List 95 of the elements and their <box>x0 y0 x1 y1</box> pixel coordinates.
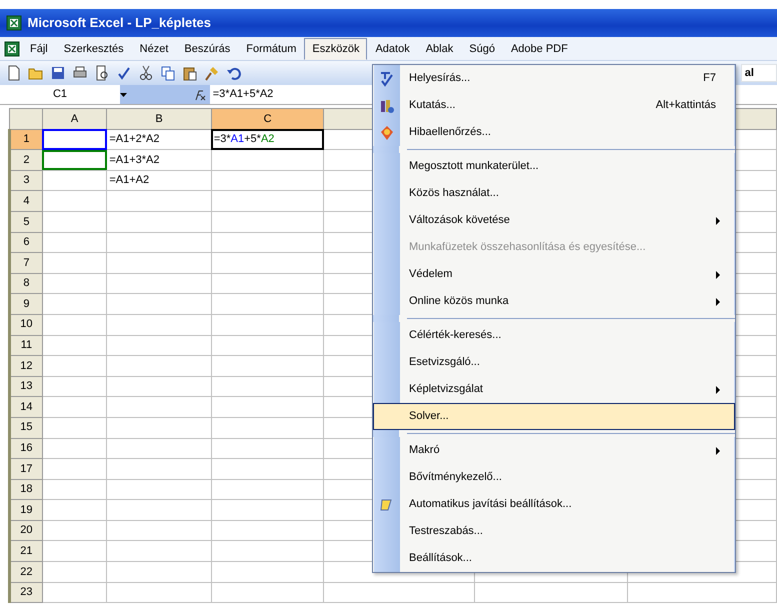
menu-item-label: Kutatás... <box>408 98 456 114</box>
menu-item-label: Beállítások... <box>408 551 473 566</box>
row-header[interactable]: 4 <box>10 190 42 212</box>
spelling-icon[interactable] <box>116 65 132 81</box>
menu-item[interactable]: Súgó <box>461 38 503 60</box>
menu-item[interactable]: Kutatás... Alt+kattintás <box>373 92 735 119</box>
menu-item[interactable]: Bővítménykezelő... <box>373 464 735 491</box>
row-header[interactable]: 2 <box>10 150 42 170</box>
font-field[interactable]: al <box>741 64 777 82</box>
menu-item-label: Automatikus javítási beállítások... <box>408 497 573 512</box>
menu-item[interactable]: Automatikus javítási beállítások... <box>373 491 735 518</box>
save-icon[interactable] <box>50 65 66 81</box>
window-title: Microsoft Excel - LP_képletes <box>28 14 212 32</box>
row-header[interactable]: 15 <box>10 417 42 438</box>
row-header[interactable]: 23 <box>10 582 42 603</box>
row-header[interactable]: 7 <box>10 252 42 274</box>
menu-item[interactable]: Testreszabás... <box>373 518 735 545</box>
function-icon[interactable] <box>194 88 206 100</box>
menu-item[interactable]: Adobe PDF <box>502 38 576 60</box>
row-header[interactable]: 19 <box>10 500 42 520</box>
menu-item[interactable]: Fájl <box>22 38 56 60</box>
row-header[interactable]: 5 <box>10 211 42 232</box>
menu-item-label: Hibaellenőrzés... <box>408 125 492 140</box>
menu-item-label: Esetvizsgáló... <box>408 355 481 370</box>
menu-item[interactable]: Szerkesztés <box>56 38 132 60</box>
menu-item[interactable]: Közös használat... <box>373 180 735 207</box>
row-header[interactable]: 11 <box>10 335 42 356</box>
menu-item[interactable]: Formátum <box>238 38 304 60</box>
menu-item[interactable]: Ablak <box>418 38 462 60</box>
row-header[interactable]: 1 <box>10 129 42 150</box>
print-preview-icon[interactable] <box>94 65 110 81</box>
cut-icon[interactable] <box>138 65 154 81</box>
row-header[interactable]: 20 <box>10 520 42 541</box>
menu-item[interactable]: Helyesírás... F7 <box>373 65 735 92</box>
excel-icon[interactable] <box>4 40 22 56</box>
menu-item[interactable]: Makró <box>373 437 735 464</box>
row-header[interactable]: 14 <box>10 396 42 418</box>
menu-item-label: Képletvizsgálat <box>408 382 484 398</box>
row-header[interactable]: 21 <box>10 540 42 562</box>
row-header[interactable]: 22 <box>10 562 42 582</box>
row-header[interactable]: 8 <box>10 273 42 294</box>
menu-item[interactable]: Megosztott munkaterület... <box>373 153 735 180</box>
menu-item[interactable]: Célérték-keresés... <box>373 322 735 349</box>
corner-cell[interactable] <box>10 108 42 130</box>
menu-item[interactable]: Beszúrás <box>176 38 238 60</box>
column-header[interactable]: B <box>106 108 212 130</box>
menu-item[interactable]: Változások követése <box>373 207 735 234</box>
cell[interactable]: =3*A1+5*A2 <box>211 129 324 150</box>
menu-item-label: Közös használat... <box>408 186 500 202</box>
menu-item-label: Bővítménykezelő... <box>408 470 503 486</box>
error-check-icon <box>379 124 395 140</box>
excel-icon <box>6 15 22 31</box>
menu-item-label: Célérték-keresés... <box>408 328 502 344</box>
books-icon <box>379 98 395 114</box>
menu-item-label: Megosztott munkaterület... <box>408 159 540 174</box>
menu-item-label: Munkafüzetek összehasonlítása és egyesítése... <box>408 240 647 256</box>
menu-item-label: Testreszabás... <box>408 524 484 540</box>
row-header[interactable]: 13 <box>10 376 42 397</box>
menu-item-label: Solver... <box>408 409 450 424</box>
menu-item[interactable]: Beállítások... <box>373 545 735 572</box>
menu-item-label: Helyesírás... <box>408 71 472 86</box>
menu-item[interactable]: Eszközök <box>304 38 368 60</box>
menu-item[interactable]: Képletvizsgálat <box>373 376 735 403</box>
menu-item[interactable]: Védelem <box>373 261 735 288</box>
spelling-icon <box>379 70 395 86</box>
menu-item-label: Változások követése <box>408 213 511 228</box>
paste-icon[interactable] <box>182 65 198 81</box>
column-header[interactable]: A <box>42 108 107 130</box>
shortcut-text: Alt+kattintás <box>656 98 717 114</box>
menu-item[interactable]: Adatok <box>367 38 418 60</box>
menu-item[interactable]: Online közös munka <box>373 288 735 315</box>
dropdown-arrow-icon[interactable] <box>120 92 127 96</box>
menu-item-label: Online közös munka <box>408 294 510 310</box>
row-header[interactable]: 3 <box>10 170 42 191</box>
copy-icon[interactable] <box>160 65 176 81</box>
menu-item-label: Védelem <box>408 267 454 282</box>
cell[interactable]: =A1+A2 <box>106 170 212 191</box>
menu-item[interactable]: Solver... <box>373 403 735 430</box>
menu-item[interactable]: Hibaellenőrzés... <box>373 119 735 146</box>
row-header[interactable]: 12 <box>10 356 42 376</box>
cell[interactable]: =A1+3*A2 <box>106 150 212 170</box>
column-header[interactable]: C <box>211 108 324 130</box>
new-file-icon[interactable] <box>6 65 22 81</box>
menu-item[interactable]: Nézet <box>132 38 176 60</box>
menu-item-label: Makró <box>408 443 441 458</box>
row-header[interactable]: 10 <box>10 314 42 336</box>
undo-icon[interactable] <box>226 65 242 81</box>
format-painter-icon[interactable] <box>204 65 220 81</box>
menu-item[interactable]: Esetvizsgáló... <box>373 349 735 376</box>
row-header[interactable]: 6 <box>10 232 42 253</box>
row-header[interactable]: 18 <box>10 479 42 500</box>
row-header[interactable]: 9 <box>10 294 42 314</box>
row-header[interactable]: 17 <box>10 458 42 480</box>
shortcut-text: F7 <box>703 71 717 86</box>
row-header[interactable]: 16 <box>10 438 42 459</box>
